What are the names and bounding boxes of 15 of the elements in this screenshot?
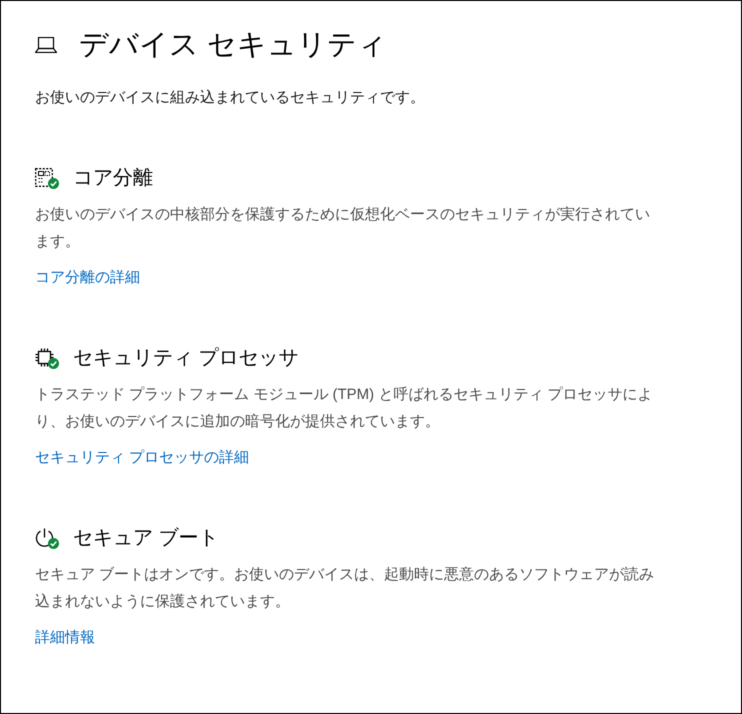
section-title: コア分離 <box>73 166 153 191</box>
details-link[interactable]: 詳細情報 <box>35 626 95 650</box>
laptop-icon <box>35 37 57 53</box>
section-title: セキュリティ プロセッサ <box>73 346 299 371</box>
dashed-frame-icon <box>35 168 54 187</box>
details-link[interactable]: コア分離の詳細 <box>35 266 140 290</box>
page-subtitle: お使いのデバイスに組み込まれているセキュリティです。 <box>35 88 426 108</box>
section-description: お使いのデバイスの中核部分を保護するために仮想化ベースのセキュリティが実行されています。 <box>35 205 651 252</box>
chip-icon <box>35 348 54 367</box>
page-title: デバイス セキュリティ <box>79 28 388 63</box>
section-description: トラステッド プラットフォーム モジュール (TPM) と呼ばれるセキュリティ プロセッサにより、お使いのデバイスに追加の暗号化が提供されています。 <box>35 385 654 432</box>
power-icon <box>35 528 54 547</box>
details-link[interactable]: セキュリティ プロセッサの詳細 <box>35 446 250 470</box>
section-title: セキュア ブート <box>73 526 219 551</box>
section-description: セキュア ブートはオンです。お使いのデバイスは、起動時に悪意のあるソフトウェアが読み込まれないように保護されています。 <box>35 565 656 612</box>
